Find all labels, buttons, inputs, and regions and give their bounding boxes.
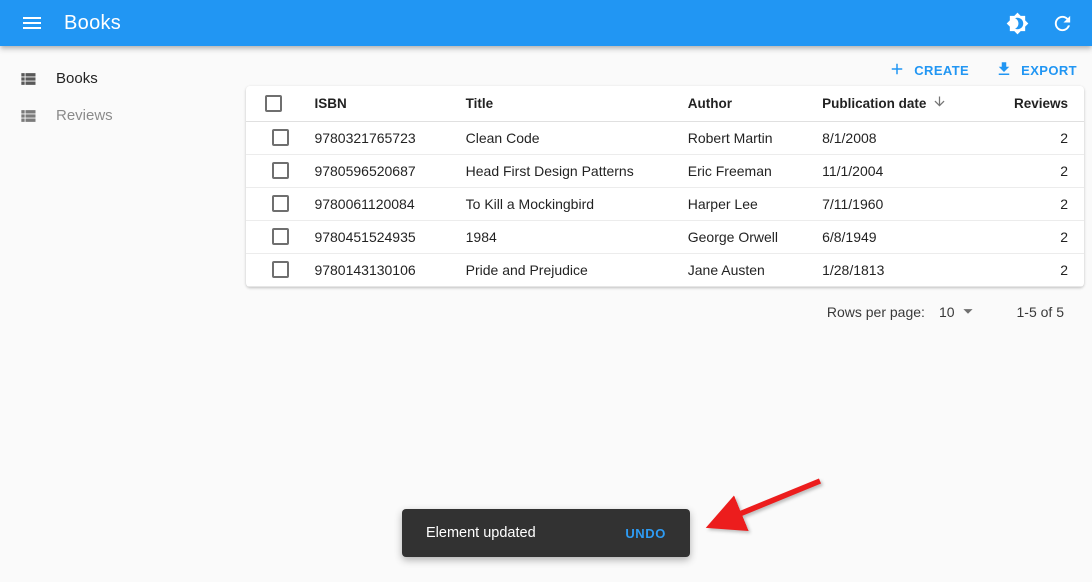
cell-title: 1984 [453, 220, 675, 253]
table-row[interactable]: 9780143130106 Pride and Prejudice Jane A… [246, 253, 1084, 286]
list-icon [18, 69, 38, 89]
column-header-author[interactable]: Author [675, 86, 809, 121]
snackbar-message: Element updated [426, 525, 536, 541]
cell-author: Jane Austen [675, 253, 809, 286]
table-row[interactable]: 9780321765723 Clean Code Robert Martin 8… [246, 121, 1084, 154]
content-area: CREATE EXPORT [246, 46, 1092, 325]
plus-icon [888, 60, 906, 81]
annotation-arrow [698, 470, 834, 536]
cell-isbn: 9780596520687 [301, 154, 452, 187]
cell-reviews: 2 [1001, 121, 1084, 154]
refresh-icon[interactable] [1051, 12, 1074, 35]
books-admin-screen: Books Books Reviews [0, 0, 1092, 325]
snackbar: Element updated UNDO [402, 509, 690, 557]
cell-publication-date: 11/1/2004 [809, 154, 1001, 187]
sidebar-item-reviews[interactable]: Reviews [0, 97, 246, 134]
app-bar: Books [0, 0, 1092, 46]
table-row[interactable]: 9780451524935 1984 George Orwell 6/8/194… [246, 220, 1084, 253]
cell-author: Harper Lee [675, 187, 809, 220]
column-header-isbn[interactable]: ISBN [301, 86, 452, 121]
cell-publication-date: 1/28/1813 [809, 253, 1001, 286]
table-header-row: ISBN Title Author Publication date [246, 86, 1084, 121]
books-table: ISBN Title Author Publication date [246, 86, 1084, 287]
row-checkbox[interactable] [272, 261, 289, 278]
cell-publication-date: 6/8/1949 [809, 220, 1001, 253]
chevron-down-icon [955, 300, 979, 325]
list-toolbar: CREATE EXPORT [246, 46, 1092, 86]
sidebar: Books Reviews [0, 46, 246, 325]
cell-reviews: 2 [1001, 220, 1084, 253]
cell-title: Head First Design Patterns [453, 154, 675, 187]
cell-isbn: 9780143130106 [301, 253, 452, 286]
cell-reviews: 2 [1001, 253, 1084, 286]
app-bar-actions [1006, 12, 1074, 35]
menu-icon[interactable] [20, 11, 44, 35]
cell-isbn: 9780321765723 [301, 121, 452, 154]
row-checkbox[interactable] [272, 162, 289, 179]
cell-isbn: 9780061120084 [301, 187, 452, 220]
books-list-card: ISBN Title Author Publication date [246, 86, 1084, 287]
column-header-title[interactable]: Title [453, 86, 675, 121]
rows-per-page-select[interactable]: 10 [939, 300, 979, 325]
main-layout: Books Reviews CREATE [0, 46, 1092, 325]
cell-title: To Kill a Mockingbird [453, 187, 675, 220]
undo-button[interactable]: UNDO [625, 526, 666, 541]
export-button-label: EXPORT [1021, 63, 1077, 78]
page-title: Books [64, 12, 121, 35]
row-checkbox[interactable] [272, 195, 289, 212]
cell-author: Eric Freeman [675, 154, 809, 187]
download-icon [995, 60, 1013, 81]
pagination-range: 1-5 of 5 [1017, 304, 1064, 320]
cell-author: Robert Martin [675, 121, 809, 154]
sidebar-item-label: Reviews [56, 107, 113, 124]
header-checkbox-cell [246, 86, 301, 121]
column-header-reviews[interactable]: Reviews [1001, 86, 1084, 121]
create-button[interactable]: CREATE [888, 60, 969, 81]
column-header-publication-date[interactable]: Publication date [809, 86, 1001, 121]
cell-publication-date: 7/11/1960 [809, 187, 1001, 220]
table-row[interactable]: 9780061120084 To Kill a Mockingbird Harp… [246, 187, 1084, 220]
create-button-label: CREATE [914, 63, 969, 78]
cell-reviews: 2 [1001, 154, 1084, 187]
cell-publication-date: 8/1/2008 [809, 121, 1001, 154]
rows-per-page-value: 10 [939, 304, 955, 320]
cell-title: Clean Code [453, 121, 675, 154]
rows-per-page-label: Rows per page: [827, 304, 925, 320]
cell-author: George Orwell [675, 220, 809, 253]
theme-toggle-icon[interactable] [1006, 12, 1029, 35]
sort-desc-arrow-icon [932, 94, 947, 112]
sidebar-item-label: Books [56, 70, 98, 87]
select-all-checkbox[interactable] [265, 95, 282, 112]
row-checkbox[interactable] [272, 228, 289, 245]
cell-title: Pride and Prejudice [453, 253, 675, 286]
row-checkbox[interactable] [272, 129, 289, 146]
list-icon [18, 106, 38, 126]
cell-isbn: 9780451524935 [301, 220, 452, 253]
cell-reviews: 2 [1001, 187, 1084, 220]
export-button[interactable]: EXPORT [995, 60, 1077, 81]
table-row[interactable]: 9780596520687 Head First Design Patterns… [246, 154, 1084, 187]
pagination-bar: Rows per page: 10 1-5 of 5 [246, 300, 1092, 325]
sidebar-item-books[interactable]: Books [0, 60, 246, 97]
